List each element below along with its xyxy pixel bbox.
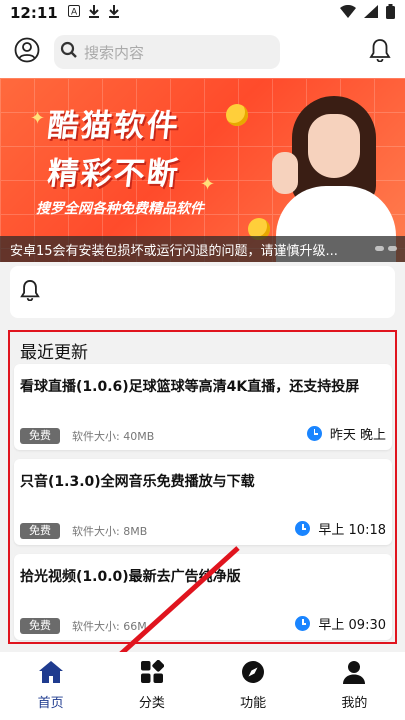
clock-icon [306, 426, 322, 441]
download-icon [88, 4, 100, 22]
search-placeholder: 搜索内容 [84, 43, 145, 62]
sparkle-icon: ✦ [200, 174, 216, 195]
item-title: 只音(1.3.0)全网音乐免费播放与下载 [20, 474, 255, 490]
promo-banner[interactable]: ✦ ✦ 酷猫软件 精彩不断 搜罗全网各种免费精品软件 [0, 78, 405, 262]
download-icon [108, 4, 120, 22]
search-icon [60, 41, 78, 63]
profile-icon[interactable] [14, 37, 40, 67]
top-bar: 搜索内容 [0, 26, 405, 78]
banner-headline-1: 酷猫软件 [45, 108, 182, 144]
tab-features[interactable]: 功能 [203, 652, 304, 720]
coin-icon [226, 104, 248, 126]
tab-label: 分类 [138, 696, 165, 711]
item-size: 软件大小: 66M [72, 620, 147, 633]
carousel-dots [375, 246, 397, 251]
status-time: 12:11 [10, 4, 58, 22]
svg-text:A: A [71, 8, 78, 18]
price-badge: 免费 [20, 428, 60, 444]
banner-notice-text: 安卓15会有安装包损坏或运行闪退的问题，请谨慎升级... [10, 243, 338, 259]
compass-icon [241, 660, 265, 688]
tab-home[interactable]: 首页 [0, 652, 101, 720]
user-icon [342, 660, 366, 688]
item-title: 拾光视频(1.0.0)最新去广告纯净版 [20, 569, 241, 585]
list-item[interactable]: 拾光视频(1.0.0)最新去广告纯净版 免费 软件大小: 66M 早上 09:3… [14, 554, 392, 640]
bell-icon [20, 279, 40, 305]
banner-headline-2: 精彩不断 [45, 156, 182, 192]
announcement-card[interactable] [10, 266, 395, 318]
recent-updates-section: 最近更新 看球直播(1.0.6)足球篮球等高清4K直播，还支持投屏 免费 软件大… [8, 330, 397, 644]
tab-label: 我的 [341, 696, 368, 711]
signal-icon [364, 4, 378, 22]
battery-icon [386, 3, 395, 23]
clock-icon [295, 521, 311, 536]
wifi-icon [340, 4, 356, 22]
tab-categories[interactable]: 分类 [101, 652, 202, 720]
bell-icon[interactable] [369, 38, 391, 66]
clock-icon [295, 616, 311, 631]
banner-subtitle: 搜罗全网各种免费精品软件 [36, 201, 204, 217]
status-bar: 12:11 A [0, 0, 405, 26]
item-time: 昨天 晚上 [329, 428, 386, 443]
list-item[interactable]: 只音(1.3.0)全网音乐免费播放与下载 免费 软件大小: 8MB 早上 10:… [14, 459, 392, 545]
price-badge: 免费 [20, 523, 60, 539]
notification-a-icon: A [67, 5, 80, 21]
item-size: 软件大小: 40MB [72, 430, 155, 443]
tab-label: 首页 [37, 696, 64, 711]
list-item[interactable]: 看球直播(1.0.6)足球篮球等高清4K直播，还支持投屏 免费 软件大小: 40… [14, 364, 392, 450]
item-time: 早上 09:30 [318, 618, 386, 633]
search-input[interactable]: 搜索内容 [54, 35, 280, 69]
bottom-tab-bar: 首页 分类 功能 我的 [0, 652, 405, 720]
tab-profile[interactable]: 我的 [304, 652, 405, 720]
home-icon [38, 660, 64, 688]
sparkle-icon: ✦ [30, 108, 46, 129]
banner-notice[interactable]: 安卓15会有安装包损坏或运行闪退的问题，请谨慎升级... [0, 236, 405, 262]
item-time: 早上 10:18 [318, 523, 386, 538]
tab-label: 功能 [240, 696, 267, 711]
grid-icon [140, 659, 165, 688]
item-title: 看球直播(1.0.6)足球篮球等高清4K直播，还支持投屏 [20, 379, 360, 395]
item-size: 软件大小: 8MB [72, 525, 148, 538]
price-badge: 免费 [20, 618, 60, 634]
section-title: 最近更新 [20, 343, 88, 363]
